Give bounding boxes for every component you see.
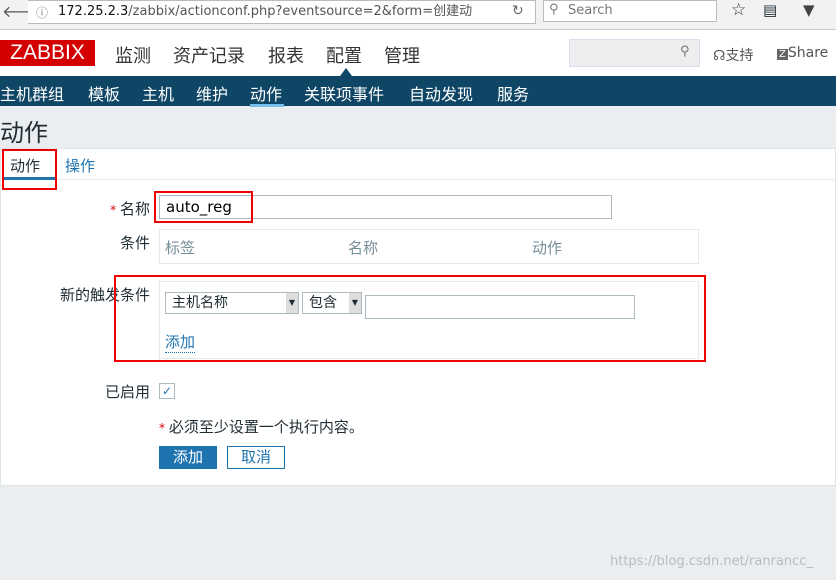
cancel-button[interactable]: 取消 — [227, 446, 285, 469]
menu-inventory[interactable]: 资产记录 — [173, 42, 245, 68]
highlight-box — [154, 191, 253, 223]
menu-reports[interactable]: 报表 — [268, 42, 304, 68]
share-label: Share — [787, 45, 829, 61]
support-label: 支持 — [725, 48, 754, 64]
info-icon[interactable]: ⓘ — [36, 4, 48, 21]
conditions-header-name: 名称 — [348, 239, 379, 257]
required-note-text: 必须至少设置一个执行内容。 — [168, 418, 364, 436]
name-label-text: 名称 — [119, 200, 150, 218]
enabled-checkbox[interactable]: ✓ — [159, 383, 175, 399]
support-link[interactable]: ☊支持 — [713, 45, 753, 65]
menu-configuration[interactable]: 配置 — [326, 42, 362, 68]
subnav-services[interactable]: 服务 — [497, 81, 529, 105]
subnav-discovery[interactable]: 自动发现 — [409, 81, 473, 105]
highlight-box — [114, 275, 706, 362]
tabs-divider — [0, 179, 836, 180]
reload-icon[interactable]: ↻ — [512, 3, 524, 19]
watermark: https://blog.csdn.net/ranrancc_ — [610, 554, 813, 569]
subnav-templates[interactable]: 模板 — [88, 81, 120, 105]
name-label: * 名称 — [100, 198, 150, 219]
active-menu-caret — [340, 68, 352, 76]
menu-administration[interactable]: 管理 — [384, 42, 420, 68]
url-bar[interactable]: 172.25.2.3/zabbix/actionconf.php?eventso… — [28, 0, 536, 24]
subnav-hosts[interactable]: 主机 — [142, 81, 174, 105]
required-note: * 必须至少设置一个执行内容。 — [159, 416, 364, 437]
tab-operations[interactable]: 操作 — [65, 155, 95, 176]
search-icon: ⚲ — [549, 2, 559, 17]
page-title: 动作 — [0, 119, 48, 147]
zabbix-logo[interactable]: ZABBIX — [0, 40, 95, 66]
conditions-header-action: 动作 — [532, 239, 563, 257]
pocket-icon[interactable]: ▼ — [803, 1, 815, 19]
active-subnav-indicator — [250, 104, 284, 107]
browser-search-input[interactable]: Search — [543, 0, 717, 22]
required-asterisk: * — [110, 203, 120, 217]
headset-icon: ☊ — [713, 48, 726, 64]
share-z-icon: Z — [777, 49, 788, 60]
subnav-actions[interactable]: 动作 — [250, 81, 282, 105]
conditions-label: 条件 — [119, 234, 150, 252]
checkmark-icon: ✓ — [161, 384, 173, 398]
conditions-table — [159, 229, 699, 264]
enabled-label: 已启用 — [104, 383, 150, 401]
url-path: /zabbix/actionconf.php?eventsource=2&for… — [128, 4, 473, 19]
subnav-host-groups[interactable]: 主机群组 — [0, 81, 64, 105]
search-icon[interactable]: ⚲ — [680, 44, 690, 59]
url-host: 172.25.2.3 — [58, 4, 129, 19]
bookmark-star-icon[interactable]: ☆ — [731, 0, 746, 20]
add-button[interactable]: 添加 — [159, 446, 217, 469]
subnav-event-correlation[interactable]: 关联项事件 — [304, 81, 384, 105]
conditions-header-label: 标签 — [165, 239, 196, 257]
required-asterisk: * — [159, 421, 169, 435]
highlight-box — [2, 149, 57, 190]
share-link[interactable]: Z Share — [777, 45, 828, 61]
subnav-maintenance[interactable]: 维护 — [196, 81, 228, 105]
search-placeholder: Search — [568, 3, 613, 18]
reader-list-icon[interactable]: ▤ — [763, 1, 777, 19]
menu-monitoring[interactable]: 监测 — [115, 42, 151, 68]
